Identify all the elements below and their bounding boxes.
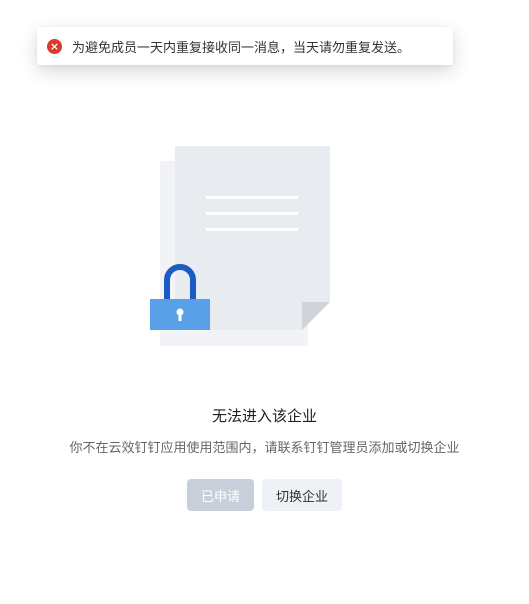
locked-document-icon bbox=[150, 146, 330, 346]
switch-enterprise-button[interactable]: 切换企业 bbox=[262, 479, 343, 511]
error-toast: × 为避免成员一天内重复接收同一消息，当天请勿重复发送。 bbox=[37, 27, 453, 65]
page-title: 无法进入该企业 bbox=[211, 407, 317, 425]
toast-message: 为避免成员一天内重复接收同一消息，当天请勿重复发送。 bbox=[72, 40, 411, 56]
error-circle-icon: × bbox=[47, 38, 62, 54]
applied-button: 已申请 bbox=[186, 479, 254, 511]
page-description: 你不在云效钉钉应用使用范围内，请联系钉钉管理员添加或切换企业 bbox=[69, 441, 460, 456]
locked-document-illustration bbox=[150, 145, 332, 351]
action-bar: 已申请 切换企业 bbox=[0, 479, 529, 511]
